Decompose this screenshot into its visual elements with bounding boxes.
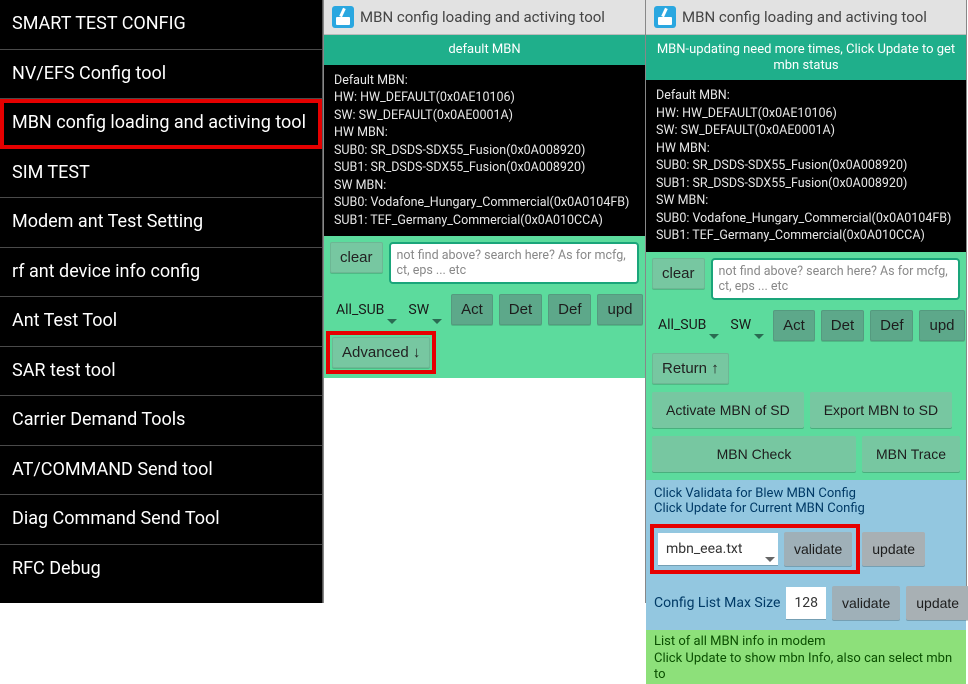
- hint-line: Click Validata for Blew MBN Config: [654, 486, 958, 501]
- advanced-button[interactable]: Advanced ↓: [332, 337, 430, 368]
- mbn-trace-button[interactable]: MBN Trace: [862, 436, 960, 472]
- hint-line: List of all MBN info in modem: [654, 634, 958, 651]
- mbn-line: Default MBN:: [334, 72, 635, 90]
- search-input[interactable]: not find above? search here? As for mcfg…: [389, 242, 639, 284]
- app-title: MBN config loading and activing tool: [682, 8, 927, 26]
- mbn-line: HW MBN:: [656, 140, 956, 158]
- advanced-row: Advanced ↓: [324, 333, 645, 378]
- hint-line: Click Update for Current MBN Config: [654, 501, 958, 516]
- clear-search-row: clear not find above? search here? As fo…: [646, 252, 966, 306]
- menu-item-smart-test[interactable]: SMART TEST CONFIG: [0, 0, 322, 50]
- def-button[interactable]: Def: [548, 294, 591, 325]
- validate-hints: Click Validata for Blew MBN Config Click…: [646, 480, 966, 522]
- clear-search-row: clear not find above? search here? As fo…: [324, 236, 645, 290]
- det-button[interactable]: Det: [499, 294, 542, 325]
- mbn-file-select[interactable]: mbn_eea.txt: [658, 533, 778, 565]
- mbn-line: SUB1: TEF_Germany_Commercial(0x0A010CCA): [334, 212, 635, 230]
- check-trace-row: MBN Check MBN Trace: [646, 432, 966, 480]
- titlebar: MBN config loading and activing tool: [324, 0, 645, 35]
- menu-item-at-command[interactable]: AT/COMMAND Send tool: [0, 446, 322, 496]
- settings-menu: SMART TEST CONFIG NV/EFS Config tool MBN…: [0, 0, 323, 603]
- clear-button[interactable]: clear: [330, 242, 383, 273]
- mbn-line: SW: SW_DEFAULT(0x0AE0001A): [334, 107, 635, 125]
- search-input[interactable]: not find above? search here? As for mcfg…: [711, 258, 960, 300]
- mbn-line: SUB0: SR_DSDS-SDX55_Fusion(0x0A008920): [656, 157, 956, 175]
- mbn-check-button[interactable]: MBN Check: [652, 436, 856, 472]
- sd-row: Activate MBN of SD Export MBN to SD: [646, 388, 966, 432]
- clear-button[interactable]: clear: [652, 258, 705, 289]
- menu-item-modem-ant[interactable]: Modem ant Test Setting: [0, 198, 322, 248]
- menu-item-ant-test[interactable]: Ant Test Tool: [0, 297, 322, 347]
- banner-default-mbn: default MBN: [324, 35, 645, 65]
- tab-all-sub[interactable]: All_SUB: [652, 312, 712, 338]
- menu-item-mbn-config[interactable]: MBN config loading and activing tool: [0, 99, 322, 149]
- update-file-button[interactable]: update: [862, 532, 925, 566]
- tabs-row: All_SUB SW Act Det Def upd: [646, 306, 966, 349]
- mbn-list-hints: List of all MBN info in modem Click Upda…: [646, 630, 966, 684]
- app-icon: [654, 6, 676, 28]
- config-size-row: Config List Max Size 128 validate update: [646, 580, 966, 630]
- mbn-line: SUB1: TEF_Germany_Commercial(0x0A010CCA): [656, 227, 956, 245]
- activate-mbn-sd-button[interactable]: Activate MBN of SD: [652, 392, 804, 428]
- titlebar: MBN config loading and activing tool: [646, 0, 966, 35]
- mbn-line: SUB0: SR_DSDS-SDX55_Fusion(0x0A008920): [334, 142, 635, 160]
- menu-item-nvefs[interactable]: NV/EFS Config tool: [0, 50, 322, 100]
- app-icon: [332, 6, 354, 28]
- mbn-line: SW: SW_DEFAULT(0x0AE0001A): [656, 122, 956, 140]
- validate-highlight: mbn_eea.txt validate: [654, 528, 856, 570]
- tab-all-sub[interactable]: All_SUB: [330, 297, 390, 323]
- det-button[interactable]: Det: [821, 310, 864, 341]
- tab-sw[interactable]: SW: [724, 312, 757, 338]
- mbn-line: HW MBN:: [334, 124, 635, 142]
- menu-item-rfc-debug[interactable]: RFC Debug: [0, 545, 322, 594]
- menu-item-carrier-demand[interactable]: Carrier Demand Tools: [0, 396, 322, 446]
- def-button[interactable]: Def: [870, 310, 913, 341]
- advanced-highlight: Advanced ↓: [330, 335, 432, 370]
- menu-item-sar-test[interactable]: SAR test tool: [0, 347, 322, 397]
- tabs-row: All_SUB SW Act Det Def upd: [324, 290, 645, 333]
- mbn-info-block: Default MBN: HW: HW_DEFAULT(0x0AE10106) …: [646, 80, 966, 252]
- mbn-tool-screen-advanced: MBN config loading and activing tool MBN…: [645, 0, 967, 603]
- menu-item-sim-test[interactable]: SIM TEST: [0, 149, 322, 199]
- hint-line: Click Update to show mbn Info, also can …: [654, 651, 958, 684]
- menu-item-rf-ant[interactable]: rf ant device info config: [0, 248, 322, 298]
- menu-item-diag-command[interactable]: Diag Command Send Tool: [0, 495, 322, 545]
- act-button[interactable]: Act: [773, 310, 815, 341]
- mbn-line: SW MBN:: [334, 177, 635, 195]
- app-title: MBN config loading and activing tool: [360, 8, 605, 26]
- upd-button[interactable]: upd: [919, 310, 964, 341]
- validate-file-button[interactable]: validate: [784, 532, 852, 566]
- mbn-line: SUB1: SR_DSDS-SDX55_Fusion(0x0A008920): [656, 175, 956, 193]
- mbn-line: SUB0: Vodafone_Hungary_Commercial(0x0A01…: [334, 194, 635, 212]
- mbn-line: Default MBN:: [656, 87, 956, 105]
- tab-sw[interactable]: SW: [402, 297, 435, 323]
- mbn-line: HW: HW_DEFAULT(0x0AE10106): [656, 105, 956, 123]
- upd-button[interactable]: upd: [597, 294, 642, 325]
- blank-area: [324, 378, 645, 603]
- mbn-line: HW: HW_DEFAULT(0x0AE10106): [334, 89, 635, 107]
- mbn-tool-screen-default: MBN config loading and activing tool def…: [323, 0, 645, 603]
- return-row: Return ↑: [646, 349, 966, 388]
- mbn-line: SUB1: SR_DSDS-SDX55_Fusion(0x0A008920): [334, 159, 635, 177]
- mbn-info-block: Default MBN: HW: HW_DEFAULT(0x0AE10106) …: [324, 65, 645, 237]
- return-button[interactable]: Return ↑: [652, 353, 729, 384]
- mbn-line: SW MBN:: [656, 192, 956, 210]
- export-mbn-sd-button[interactable]: Export MBN to SD: [810, 392, 952, 428]
- validate-file-row: mbn_eea.txt validate update: [646, 522, 966, 580]
- banner-updating: MBN-updating need more times, Click Upda…: [646, 35, 966, 80]
- mbn-line: SUB0: Vodafone_Hungary_Commercial(0x0A01…: [656, 210, 956, 228]
- act-button[interactable]: Act: [451, 294, 493, 325]
